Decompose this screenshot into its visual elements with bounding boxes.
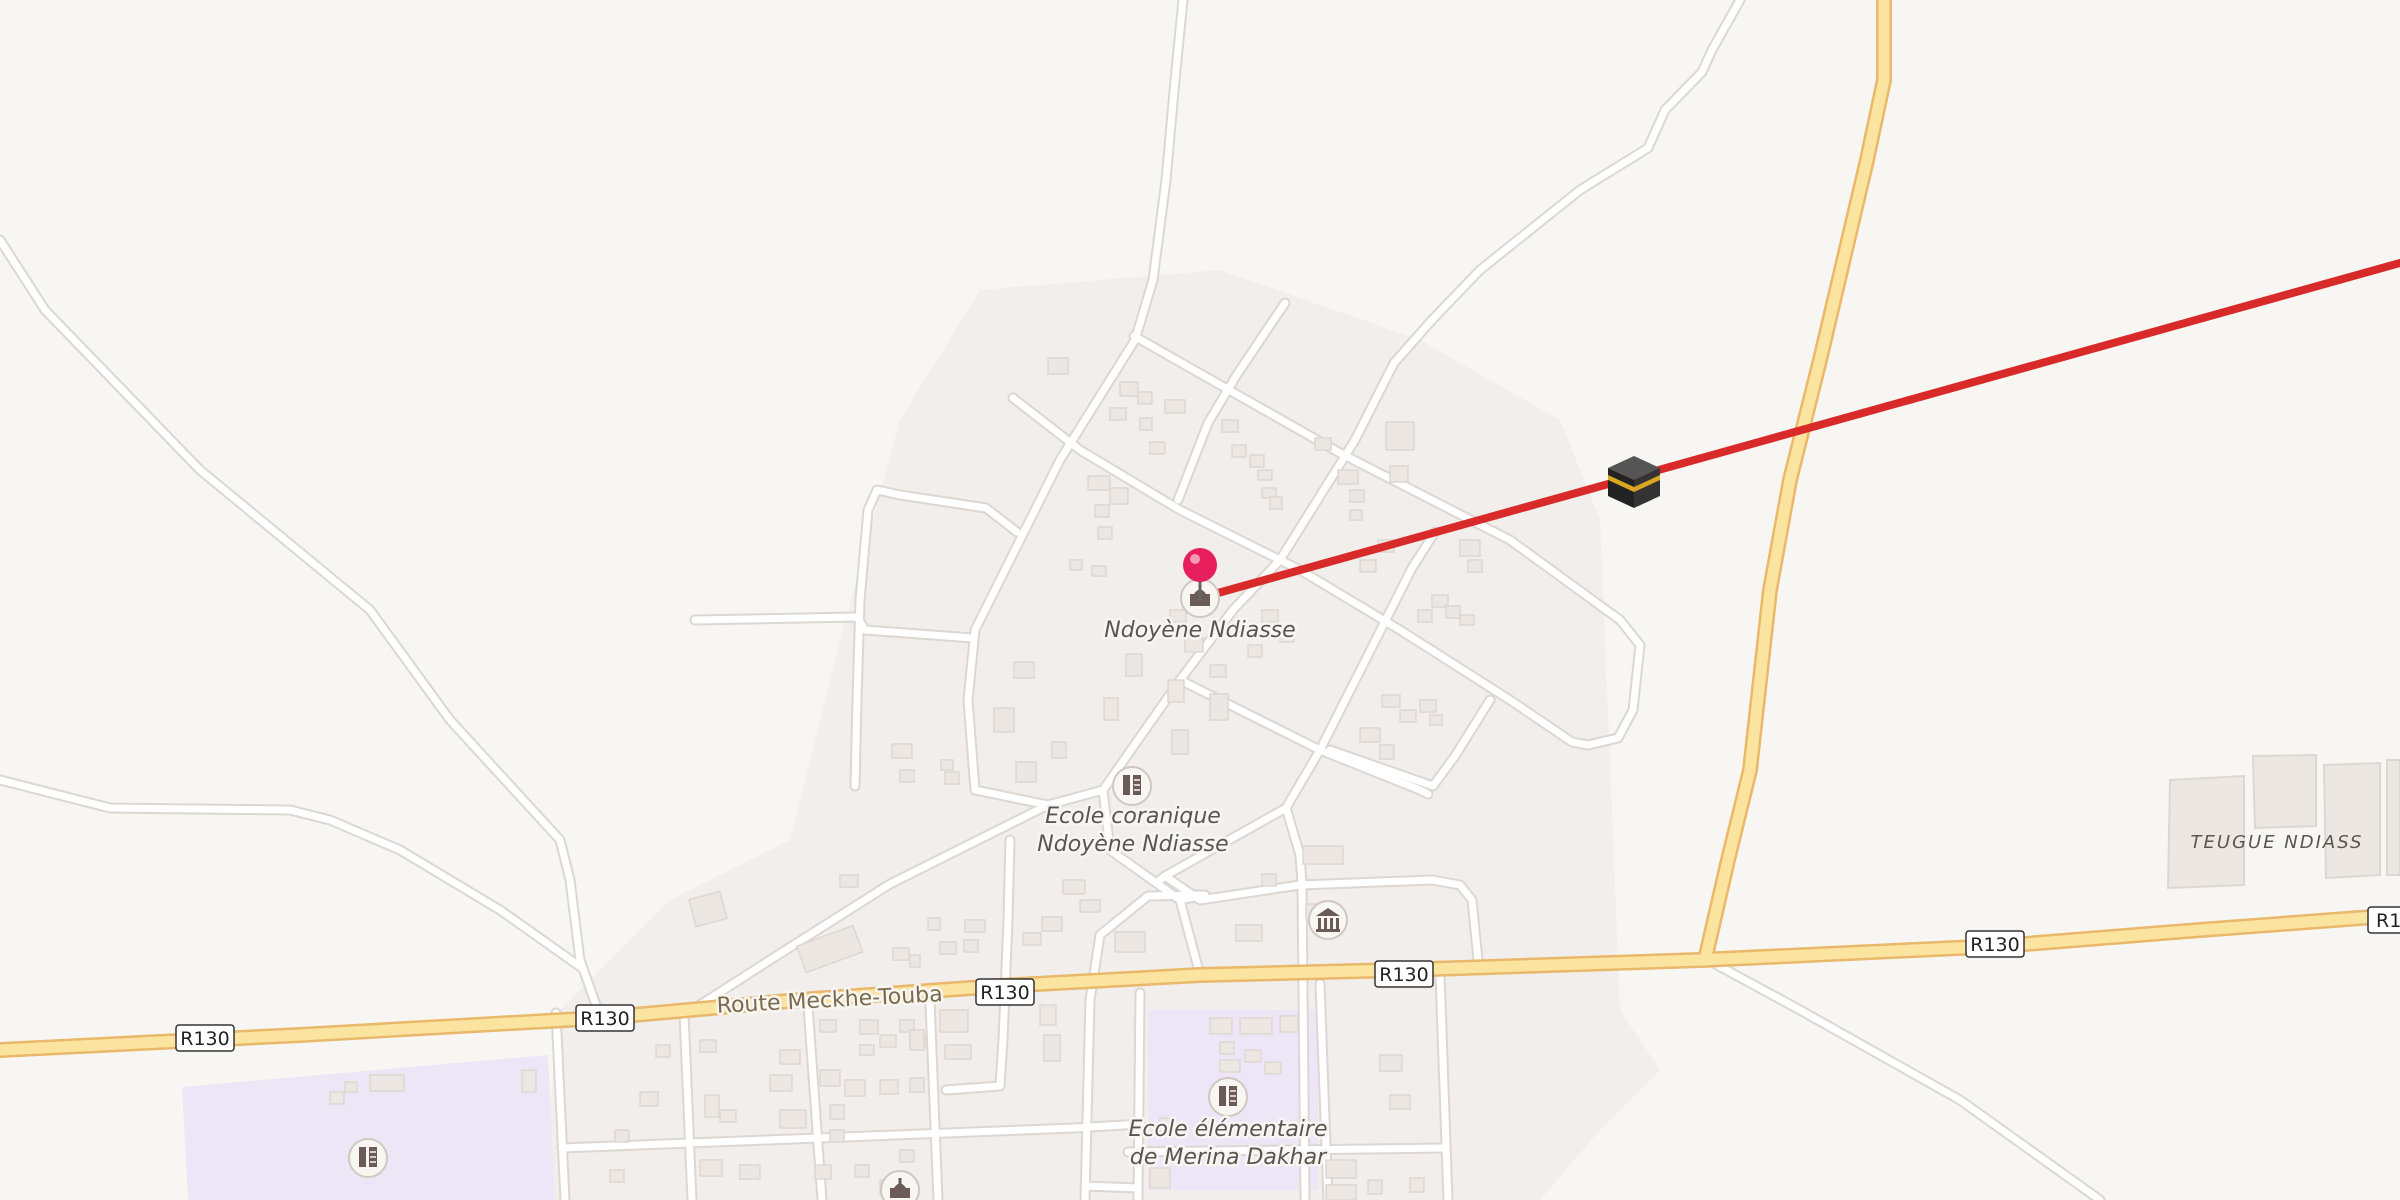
svg-text:R13: R13	[2376, 910, 2400, 932]
school-icon[interactable]	[1112, 766, 1152, 806]
mosque-icon[interactable]	[880, 1170, 920, 1200]
school-area-west	[182, 1055, 555, 1200]
map-canvas[interactable]: Route Meckhe-Touba R130 R130 R130 R130 R…	[0, 0, 2400, 1200]
svg-text:R130: R130	[180, 1028, 229, 1050]
museum-icon[interactable]	[1308, 900, 1348, 940]
teugue-buildings	[2166, 753, 2400, 890]
school-icon[interactable]	[348, 1138, 388, 1178]
svg-text:R130: R130	[580, 1008, 629, 1030]
route-shield: R130	[1374, 960, 1434, 988]
kaaba-icon[interactable]	[1608, 456, 1660, 508]
route-shield: R130	[1965, 930, 2025, 958]
school-icon[interactable]	[1208, 1077, 1248, 1117]
locality-label: TEUGUE NDIASS	[2191, 832, 2364, 853]
route-shield: R130	[975, 978, 1035, 1006]
route-shield: R130	[575, 1004, 635, 1032]
route-shield: R130	[175, 1024, 235, 1052]
settlement-area	[540, 270, 1660, 1200]
svg-text:R130: R130	[1379, 964, 1428, 986]
route-shield: R13	[2367, 906, 2400, 934]
village-label: Ndoyène Ndiasse	[1104, 618, 1295, 643]
elementary-school-label: Ecole élémentaire	[1129, 1117, 1328, 1142]
quran-school-label: Ecole coranique	[1045, 804, 1221, 829]
svg-text:R130: R130	[980, 982, 1029, 1004]
quran-school-label: Ndoyène Ndiasse	[1037, 832, 1228, 857]
svg-text:R130: R130	[1970, 934, 2019, 956]
elementary-school-label: de Merina Dakhar	[1130, 1145, 1328, 1170]
